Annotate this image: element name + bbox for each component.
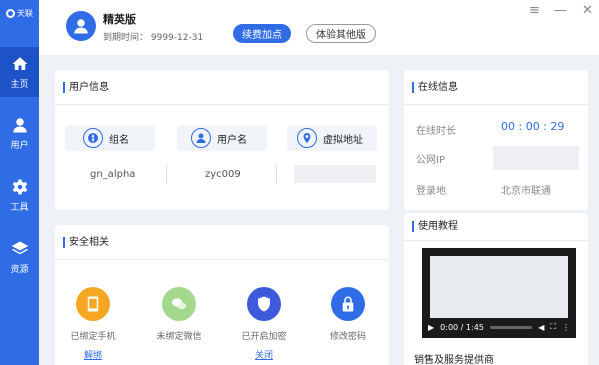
security-item-label: 修改密码 (329, 332, 366, 342)
public-ip-label: 公网IP (416, 155, 445, 166)
gear-icon (12, 179, 27, 194)
layers-icon (11, 241, 28, 254)
phone-icon (76, 287, 110, 321)
card-title: 用户信息 (63, 82, 109, 93)
close-icon[interactable]: ✕ (582, 3, 593, 18)
virtual-address-label: 虚拟地址 (323, 134, 363, 146)
ip-pin-icon (297, 128, 317, 148)
username-label: 用户名 (217, 134, 247, 146)
minimize-icon[interactable]: — (554, 3, 567, 18)
menu-icon[interactable]: ≡ (529, 3, 540, 18)
sidebar-item-label: 资源 (10, 264, 29, 275)
username-value: zyc009 (205, 169, 241, 180)
video-controls: ▶ 0:00 / 1:45 ◀ ⛶ ⋮ (422, 316, 576, 338)
sidebar-item-label: 用户 (10, 140, 29, 151)
divider (55, 104, 389, 105)
divider (404, 240, 588, 241)
try-other-edition-button[interactable]: 体验其他版 (306, 24, 376, 43)
username-pill: 用户名 (177, 125, 267, 151)
card-title: 在线信息 (412, 82, 458, 93)
fullscreen-icon[interactable]: ⛶ (550, 322, 556, 332)
avatar[interactable] (66, 11, 96, 41)
group-name-label: 组名 (109, 134, 129, 146)
online-info-card: 在线信息 在线时长 00 : 00 : 29 公网IP 登录地 北京市联通 (404, 70, 588, 210)
security-item-wechat: 未绑定微信 (144, 287, 214, 342)
provider-label: 销售及服务提供商 (414, 355, 494, 365)
shield-icon (247, 287, 281, 321)
security-item-label: 未绑定微信 (156, 332, 202, 342)
card-title: 安全相关 (63, 237, 109, 248)
unbind-phone-link[interactable]: 解绑 (84, 348, 102, 361)
divider (166, 165, 167, 183)
security-item-label: 已绑定手机 (70, 332, 116, 342)
sidebar-item-label: 主页 (10, 79, 29, 90)
video-progress[interactable] (489, 325, 533, 329)
sidebar-item-resources[interactable]: 资源 (0, 232, 39, 282)
online-duration-label: 在线时长 (416, 126, 456, 137)
lock-icon[interactable] (331, 287, 365, 321)
security-item-label: 已开启加密 (241, 332, 287, 342)
user-icon (191, 128, 211, 148)
user-info-card: 用户信息 组名 用户名 虚拟地址 gn_alpha zyc009 (55, 70, 389, 210)
disable-encryption-link[interactable]: 关闭 (255, 348, 273, 361)
sidebar-item-label: 工具 (10, 202, 29, 213)
sidebar: 天联 主页 用户 工具 资源 (0, 0, 39, 365)
user-icon (74, 19, 88, 34)
group-name-pill: 组名 (65, 125, 155, 151)
login-location-value: 北京市联通 (501, 186, 551, 197)
virtual-address-pill: 虚拟地址 (287, 125, 377, 151)
sidebar-item-user[interactable]: 用户 (0, 108, 39, 158)
expiry-date: 到期时间： 9999-12-31 (103, 33, 204, 43)
divider (404, 104, 588, 105)
security-item-phone: 已绑定手机 解绑 (58, 287, 128, 362)
globe-icon (83, 128, 103, 148)
app-name: 天联 (17, 8, 33, 18)
public-ip-value (493, 146, 579, 170)
divider (276, 165, 277, 183)
edition-title: 精英版 (103, 13, 136, 26)
logo-icon (6, 8, 15, 18)
play-icon[interactable]: ▶ (428, 323, 434, 332)
tutorial-video[interactable]: ▶ 0:00 / 1:45 ◀ ⛶ ⋮ (422, 248, 576, 338)
header: 精英版 到期时间： 9999-12-31 续费加点 体验其他版 ≡ — ✕ (39, 0, 599, 55)
volume-icon[interactable]: ◀ (538, 323, 544, 332)
online-duration-value: 00 : 00 : 29 (501, 120, 565, 133)
security-item-password[interactable]: 修改密码 (313, 287, 383, 342)
virtual-address-value (294, 165, 376, 183)
sidebar-item-home[interactable]: 主页 (0, 47, 39, 97)
wechat-icon[interactable] (162, 287, 196, 321)
user-icon (12, 117, 27, 132)
group-name-value: gn_alpha (90, 169, 136, 180)
video-time: 0:00 / 1:45 (440, 322, 484, 332)
more-icon[interactable]: ⋮ (562, 323, 570, 332)
card-title: 使用教程 (412, 221, 458, 232)
security-item-encryption: 已开启加密 关闭 (229, 287, 299, 362)
divider (55, 259, 389, 260)
sidebar-item-tools[interactable]: 工具 (0, 170, 39, 220)
app-logo: 天联 (0, 0, 39, 26)
login-location-label: 登录地 (416, 186, 446, 197)
renew-button[interactable]: 续费加点 (233, 24, 291, 43)
home-icon (12, 56, 27, 70)
video-thumbnail (430, 256, 568, 318)
